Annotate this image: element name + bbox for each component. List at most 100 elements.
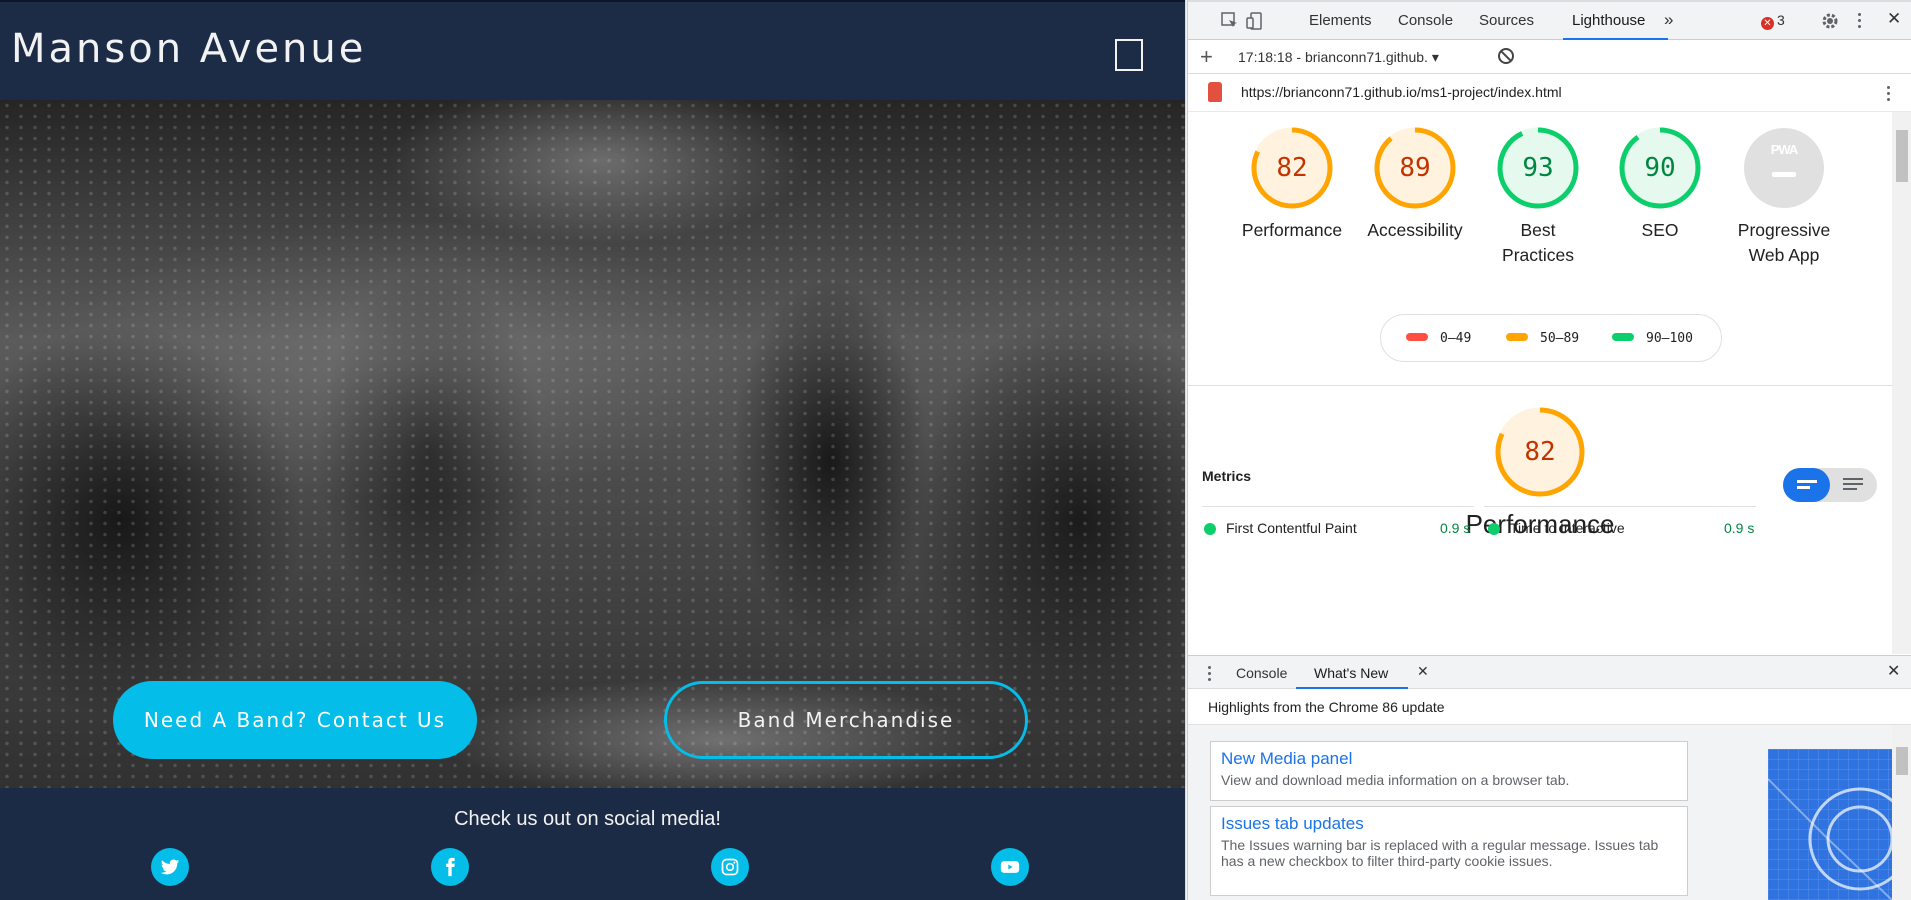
tab-sources[interactable]: Sources (1479, 12, 1534, 29)
clear-reports-icon[interactable] (1498, 48, 1514, 64)
error-counter[interactable]: ✕ 3 (1761, 12, 1785, 30)
pass-indicator-icon (1204, 523, 1216, 535)
brand-logo[interactable]: Manson Avenue (11, 26, 366, 72)
metric-value: 0.9 s (1440, 520, 1471, 536)
gauge-accessibility[interactable]: 89 Accessibility (1352, 126, 1478, 243)
legend-swatch (1406, 333, 1428, 341)
gauge-seo[interactable]: 90 SEO (1598, 126, 1722, 243)
new-report-icon[interactable]: + (1200, 44, 1213, 70)
pwa-badge-icon: PWA (1744, 128, 1824, 208)
close-drawer-icon[interactable]: ✕ (1887, 661, 1900, 681)
more-tabs-icon[interactable]: » (1664, 10, 1673, 30)
settings-gear-icon[interactable] (1821, 12, 1839, 30)
drawer-tab-whats-new[interactable]: What's New (1314, 665, 1388, 681)
pwa-badge-text: PWA (1770, 142, 1799, 157)
close-devtools-icon[interactable]: ✕ (1887, 9, 1901, 29)
twitter-icon[interactable] (151, 848, 189, 886)
legend-swatch (1612, 333, 1634, 341)
gauge-label: Progressive Web App (1737, 220, 1831, 265)
legend-label: 50–89 (1540, 331, 1580, 346)
whats-new-item-desc: View and download media information on a… (1221, 772, 1570, 788)
legend-label: 0–49 (1440, 331, 1472, 346)
metrics-heading: Metrics (1202, 468, 1252, 484)
legend-item-average: 50–89 (1506, 331, 1579, 346)
report-selector-label: 17:18:18 - brianconn71.github. (1238, 49, 1428, 65)
drawer-menu-icon[interactable] (1208, 666, 1212, 684)
drawer-tab-console[interactable]: Console (1236, 665, 1287, 681)
contact-button[interactable]: Need A Band? Contact Us (113, 681, 477, 759)
pass-indicator-icon (1488, 523, 1500, 535)
metric-divider (1484, 506, 1756, 507)
score-legend: 0–49 50–89 90–100 (1380, 314, 1722, 362)
gauge-score: 89 (1399, 153, 1431, 183)
report-scrollbar[interactable] (1892, 112, 1911, 654)
instagram-icon[interactable] (711, 848, 749, 886)
gauge-ring: 89 (1373, 126, 1457, 210)
tab-elements[interactable]: Elements (1309, 12, 1372, 29)
devtools-panel: Elements Console Sources Lighthouse » ✕ 3… (1187, 0, 1911, 900)
inspect-element-icon[interactable] (1221, 12, 1239, 30)
screen: Manson Avenue Need A Band? Contact Us Ba… (0, 0, 1911, 900)
legend-swatch (1506, 333, 1528, 341)
report-selector[interactable]: 17:18:18 - brianconn71.github. ▾ (1238, 49, 1439, 66)
toggle-compact-view[interactable] (1783, 468, 1830, 502)
whats-new-content: New Media panel View and download media … (1188, 725, 1911, 900)
customize-menu-icon[interactable] (1858, 13, 1862, 31)
gauge-score: 82 (1276, 153, 1308, 183)
facebook-icon[interactable] (431, 848, 469, 886)
menu-toggle-button[interactable] (1115, 39, 1143, 71)
whats-new-item-title[interactable]: New Media panel (1221, 748, 1677, 770)
section-divider (1188, 385, 1892, 386)
report-scrollbar-thumb[interactable] (1896, 130, 1908, 182)
error-count: 3 (1777, 12, 1785, 28)
youtube-icon[interactable] (991, 848, 1029, 886)
whats-new-header: Highlights from the Chrome 86 update (1188, 689, 1911, 725)
whats-new-item[interactable]: Issues tab updates The Issues warning ba… (1210, 806, 1688, 896)
chevron-down-icon: ▾ (1431, 49, 1439, 65)
report-url: https://brianconn71.github.io/ms1-projec… (1241, 84, 1562, 100)
metric-divider (1202, 506, 1474, 507)
lighthouse-report: 82 Performance 89 Accessibility 93 Best … (1188, 112, 1911, 654)
tab-console[interactable]: Console (1398, 12, 1453, 29)
gauge-pwa[interactable]: PWA Progressive Web App (1720, 126, 1848, 268)
gauge-ring: 93 (1496, 126, 1580, 210)
website-viewport: Manson Avenue Need A Band? Contact Us Ba… (0, 0, 1185, 900)
gauge-performance[interactable]: 82 Performance (1232, 126, 1352, 243)
device-toolbar-icon[interactable] (1246, 12, 1264, 30)
legend-label: 90–100 (1646, 331, 1693, 346)
chrome-update-illustration (1768, 749, 1892, 900)
legend-item-pass: 90–100 (1612, 331, 1693, 346)
pwa-dash (1772, 172, 1796, 177)
legend-item-fail: 0–49 (1406, 331, 1471, 346)
whats-new-item-title[interactable]: Issues tab updates (1221, 813, 1677, 835)
list-view-icon[interactable] (1830, 468, 1877, 502)
error-icon: ✕ (1761, 17, 1774, 30)
drawer-tabbar: Console What's New ✕ ✕ (1188, 655, 1911, 689)
lighthouse-icon (1208, 82, 1222, 102)
gauge-label: Performance (1241, 220, 1343, 240)
report-menu-icon[interactable] (1887, 86, 1891, 104)
gauge-best-practices[interactable]: 93 Best Practices (1478, 126, 1598, 268)
gauge-score: 93 (1522, 153, 1554, 183)
site-navbar: Manson Avenue (0, 0, 1185, 100)
metrics-view-toggle[interactable] (1783, 468, 1877, 502)
whats-new-scrollbar-thumb[interactable] (1896, 747, 1908, 775)
social-heading: Check us out on social media! (454, 808, 721, 830)
metric-name: Time to Interactive (1510, 520, 1625, 536)
gauge-ring: 82 (1494, 406, 1586, 498)
gauge-ring: 82 (1250, 126, 1334, 210)
whats-new-item[interactable]: New Media panel View and download media … (1210, 741, 1688, 801)
whats-new-scrollbar[interactable] (1892, 725, 1911, 900)
close-tab-icon[interactable]: ✕ (1417, 663, 1429, 680)
performance-section-gauge: 82 Performance (1458, 406, 1622, 537)
merchandise-button[interactable]: Band Merchandise (664, 681, 1028, 759)
report-url-bar: https://brianconn71.github.io/ms1-projec… (1188, 74, 1911, 112)
gauge-label: Accessibility (1367, 220, 1463, 240)
lighthouse-toolbar: + 17:18:18 - brianconn71.github. ▾ (1188, 40, 1911, 74)
whats-new-heading: Highlights from the Chrome 86 update (1208, 699, 1445, 715)
tab-lighthouse[interactable]: Lighthouse (1572, 12, 1645, 29)
metric-name: First Contentful Paint (1226, 520, 1357, 536)
gauge-label: SEO (1641, 220, 1679, 240)
gauge-label: Best Practices (1502, 220, 1574, 265)
metric-value: 0.9 s (1724, 520, 1755, 536)
